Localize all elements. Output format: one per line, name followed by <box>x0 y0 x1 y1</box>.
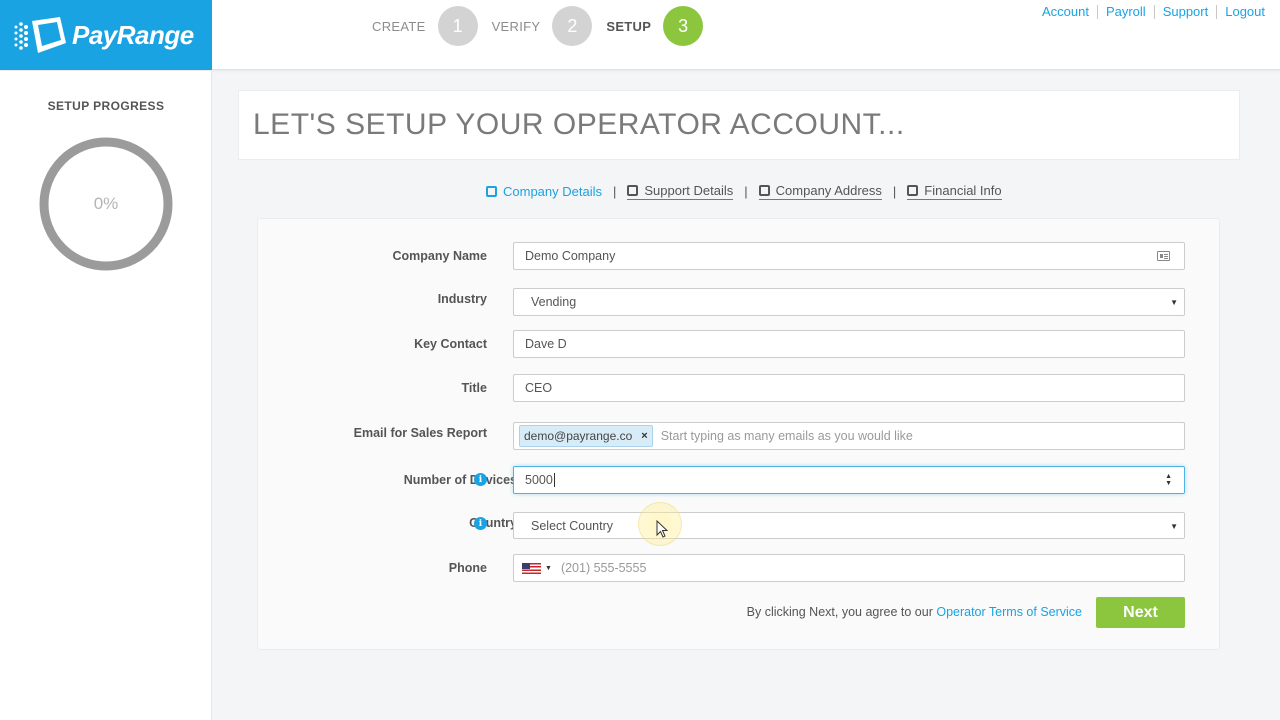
chevron-down-icon[interactable]: ▼ <box>545 565 552 572</box>
logo[interactable]: PayRange <box>0 0 212 70</box>
checkbox-icon <box>758 185 770 196</box>
step-create-number: 1 <box>437 6 478 46</box>
section-tabs: Company Details | Support Details | Comp… <box>486 183 1002 200</box>
industry-select[interactable]: Vending ▼ <box>513 288 1185 316</box>
next-button[interactable]: Next <box>1096 597 1185 628</box>
step-create-label: CREATE <box>372 18 426 34</box>
tab-company-address[interactable]: Company Address <box>758 183 882 200</box>
email-tags-input[interactable]: demo@payrange.co × Start typing as many … <box>513 422 1185 450</box>
key-contact-value: Dave D <box>525 337 567 351</box>
header: PayRange CREATE 1 VERIFY 2 SETUP 3 Accou… <box>0 0 1280 70</box>
terms-text: By clicking Next, you agree to our <box>746 605 937 619</box>
key-contact-label: Key Contact <box>414 337 487 351</box>
step-setup-number: 3 <box>663 6 704 46</box>
terms-link[interactable]: Operator Terms of Service <box>936 605 1082 619</box>
progress-percent: 0% <box>93 194 119 213</box>
checkbox-icon <box>907 185 919 196</box>
email-tag: demo@payrange.co × <box>519 425 653 447</box>
tab-label: Support Details <box>644 183 734 198</box>
chevron-down-icon: ▼ <box>1170 522 1178 531</box>
step-verify-number: 2 <box>552 6 593 46</box>
key-contact-row: Key Contact Dave D <box>258 330 1221 360</box>
industry-label: Industry <box>437 292 487 306</box>
title-value: CEO <box>525 381 553 395</box>
tab-label: Financial Info <box>924 183 1002 198</box>
country-select[interactable]: Select Country ▼ <box>513 512 1185 539</box>
setup-progress-title: SETUP PROGRESS <box>47 99 165 113</box>
contact-card-icon <box>1157 251 1170 261</box>
company-name-row: Company Name Demo Company <box>258 242 1221 272</box>
country-placeholder: Select Country <box>531 518 613 533</box>
top-nav: Account Payroll Support Logout <box>1034 5 1265 19</box>
checkbox-icon <box>486 185 497 197</box>
company-name-input[interactable]: Demo Company <box>513 242 1185 270</box>
email-tag-text: demo@payrange.co <box>524 429 633 443</box>
support-link[interactable]: Support <box>1155 5 1218 19</box>
company-name-value: Demo Company <box>525 249 616 263</box>
devices-number-input[interactable]: 5000 ▲ ▼ <box>513 466 1185 494</box>
page-title: LET'S SETUP YOUR OPERATOR ACCOUNT... <box>253 108 905 141</box>
logo-text: PayRange <box>72 19 194 50</box>
tab-separator: | <box>892 184 897 199</box>
us-flag-icon[interactable] <box>522 562 541 574</box>
tab-separator: | <box>744 184 748 199</box>
title-input[interactable]: CEO <box>513 374 1185 402</box>
step-verify: VERIFY 2 <box>492 6 593 46</box>
phone-label: Phone <box>448 561 487 575</box>
payroll-link[interactable]: Payroll <box>1098 5 1155 19</box>
terms-notice: By clicking Next, you agree to our Opera… <box>747 605 1082 619</box>
sidebar: SETUP PROGRESS 0% <box>0 71 212 720</box>
mouse-pointer-icon <box>656 520 669 538</box>
step-create: CREATE 1 <box>372 6 478 46</box>
step-setup: SETUP 3 <box>606 6 704 46</box>
key-contact-input[interactable]: Dave D <box>513 330 1185 358</box>
industry-value: Vending <box>531 295 577 309</box>
tab-separator: | <box>613 184 617 199</box>
tab-label: Company Details <box>503 183 602 199</box>
text-caret <box>553 473 555 487</box>
step-verify-label: VERIFY <box>491 18 541 34</box>
page-title-box: LET'S SETUP YOUR OPERATOR ACCOUNT... <box>238 90 1240 160</box>
devices-label: Number of Devices <box>403 473 517 487</box>
account-link[interactable]: Account <box>1034 5 1098 19</box>
checkbox-icon <box>627 185 639 196</box>
country-row: Country i Select Country ▼ <box>258 512 1221 542</box>
setup-steps: CREATE 1 VERIFY 2 SETUP 3 <box>372 6 717 46</box>
step-setup-label: SETUP <box>606 18 652 34</box>
tab-company-details[interactable]: Company Details <box>486 184 602 200</box>
logout-link[interactable]: Logout <box>1217 5 1265 19</box>
title-label: Title <box>461 381 487 395</box>
info-icon[interactable]: i <box>474 517 487 530</box>
email-row: Email for Sales Report demo@payrange.co … <box>258 422 1221 452</box>
tab-label: Company Address <box>775 183 882 198</box>
company-details-form: Company Name Demo Company Industry Vendi… <box>257 218 1220 650</box>
payrange-logo-icon <box>14 17 66 53</box>
phone-row: Phone ▼ (201) 555-5555 <box>258 554 1221 584</box>
tab-support-details[interactable]: Support Details <box>627 183 734 200</box>
email-label: Email for Sales Report <box>353 426 487 440</box>
phone-input[interactable]: ▼ (201) 555-5555 <box>513 554 1185 582</box>
number-spinner-icon[interactable]: ▲ ▼ <box>1165 473 1172 487</box>
devices-row: Number of Devices i 5000 ▲ ▼ <box>258 466 1221 496</box>
tab-financial-info[interactable]: Financial Info <box>907 183 1002 200</box>
industry-row: Industry Vending ▼ <box>258 288 1221 318</box>
info-icon[interactable]: i <box>474 473 487 486</box>
company-name-label: Company Name <box>392 249 487 263</box>
email-placeholder: Start typing as many emails as you would… <box>660 429 913 443</box>
title-row: Title CEO <box>258 374 1221 404</box>
phone-placeholder: (201) 555-5555 <box>560 561 647 575</box>
devices-value: 5000 <box>525 473 553 487</box>
chevron-down-icon: ▼ <box>1170 298 1178 307</box>
remove-tag-icon[interactable]: × <box>641 430 647 442</box>
